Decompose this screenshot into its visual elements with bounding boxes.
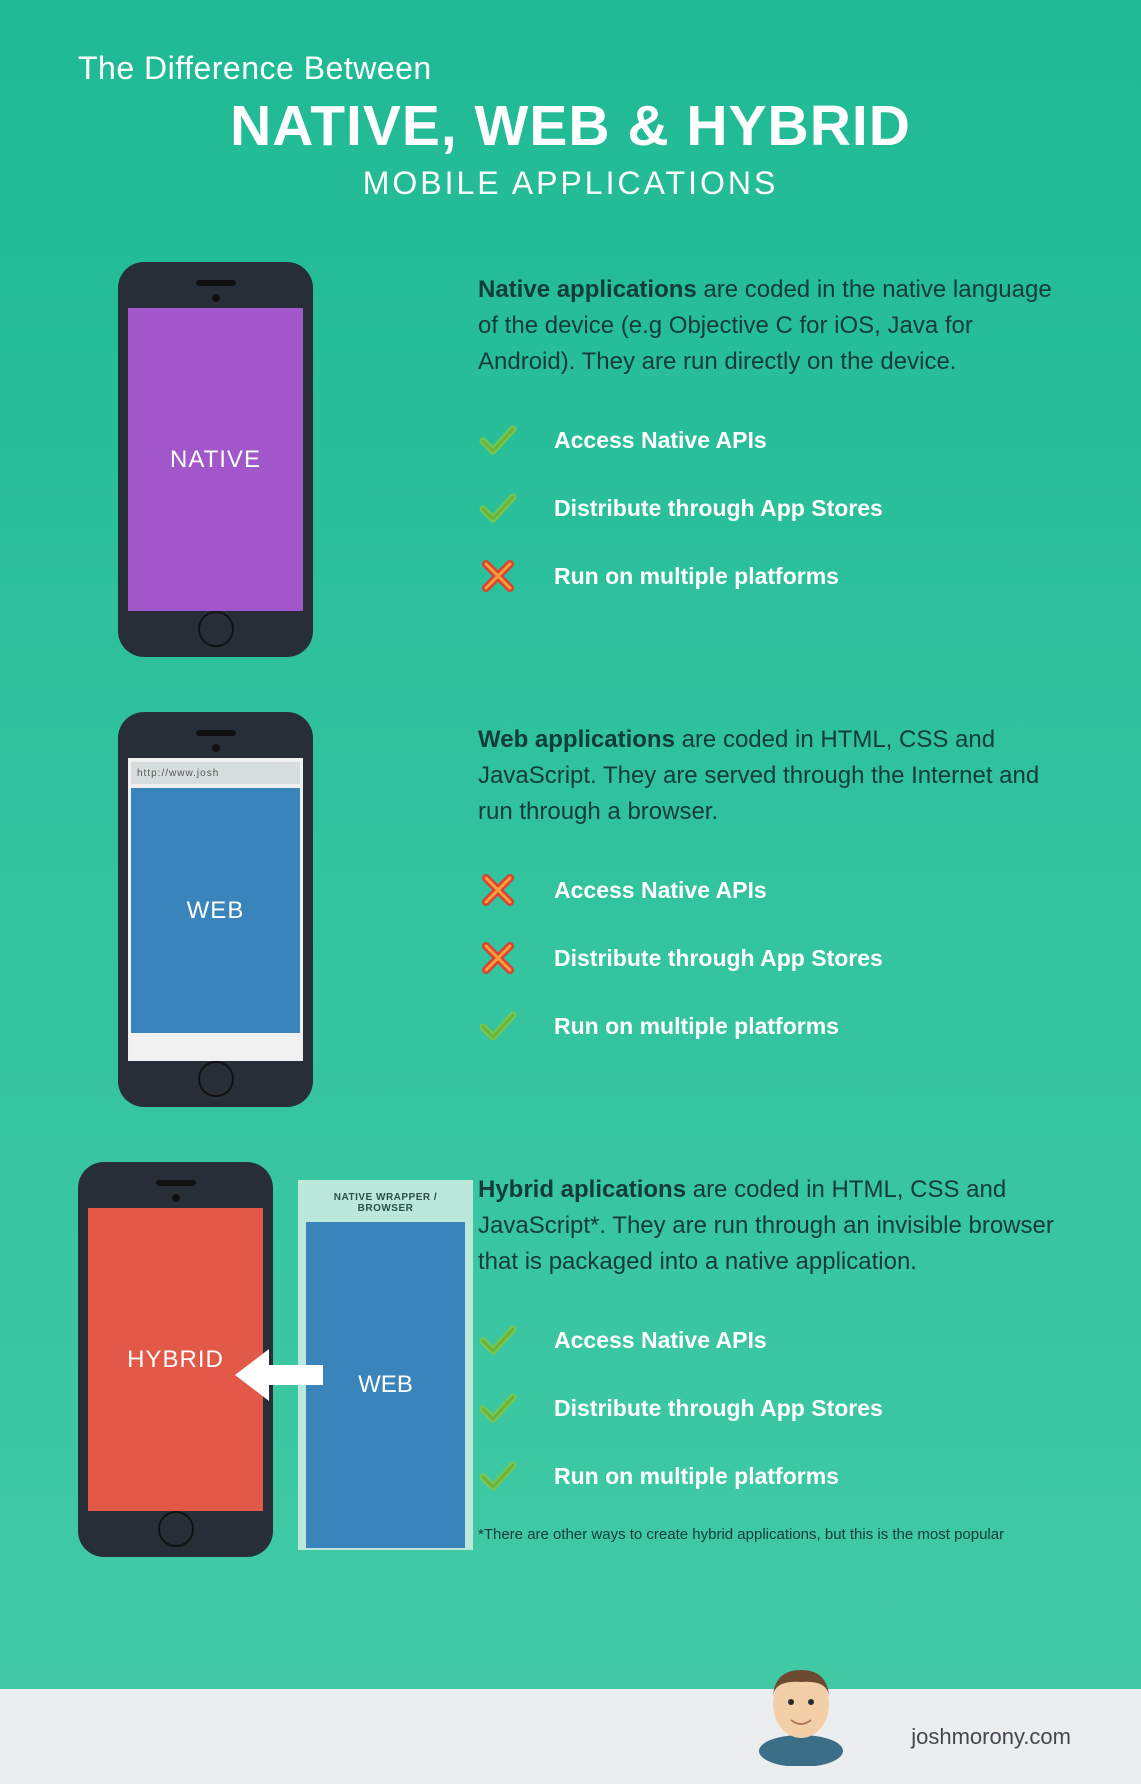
description-hybrid: Hybrid aplications are coded in HTML, CS… <box>478 1172 1063 1280</box>
feature-label: Access Native APIs <box>554 877 767 904</box>
description-native: Native applications are coded in the nat… <box>478 272 1063 380</box>
phone-screen-web: http://www.josh WEB <box>128 758 303 1061</box>
wrapper-inner: WEB <box>306 1222 465 1548</box>
arrow-left-icon <box>233 1347 323 1408</box>
subtitle: MOBILE APPLICATIONS <box>78 165 1063 202</box>
feature-row: Distribute through App Stores <box>478 488 1063 528</box>
feature-row: Run on multiple platforms <box>478 556 1063 596</box>
feature-row: Access Native APIs <box>478 870 1063 910</box>
wrapper-label: NATIVE WRAPPER / BROWSER <box>306 1188 465 1222</box>
feature-label: Run on multiple platforms <box>554 563 839 590</box>
feature-label: Run on multiple platforms <box>554 1463 839 1490</box>
feature-label: Access Native APIs <box>554 1327 767 1354</box>
phone-screen-native: NATIVE <box>128 308 303 611</box>
check-icon <box>478 1456 518 1496</box>
description-web: Web applications are coded in HTML, CSS … <box>478 722 1063 830</box>
feature-row: Access Native APIs <box>478 1320 1063 1360</box>
footer-site: joshmorony.com <box>911 1724 1071 1750</box>
section-native: NATIVE Native applications are coded in … <box>78 272 1063 652</box>
section-hybrid: HYBRID NATIVE WRAPPER / BROWSER WEB Hybr… <box>78 1172 1063 1552</box>
footnote: *There are other ways to create hybrid a… <box>478 1524 1063 1545</box>
feature-row: Run on multiple platforms <box>478 1006 1063 1046</box>
check-icon <box>478 488 518 528</box>
feature-row: Distribute through App Stores <box>478 938 1063 978</box>
desc-bold: Native applications <box>478 276 697 303</box>
feature-label: Distribute through App Stores <box>554 945 883 972</box>
feature-label: Run on multiple platforms <box>554 1013 839 1040</box>
check-icon <box>478 1388 518 1428</box>
cross-icon <box>478 938 518 978</box>
check-icon <box>478 1006 518 1046</box>
native-wrapper-box: NATIVE WRAPPER / BROWSER WEB <box>298 1180 473 1550</box>
feature-label: Access Native APIs <box>554 427 767 454</box>
feature-row: Run on multiple platforms <box>478 1456 1063 1496</box>
check-icon <box>478 420 518 460</box>
section-web: http://www.josh WEB Web applications are… <box>78 722 1063 1102</box>
desc-bold: Web applications <box>478 726 675 753</box>
phone-web: http://www.josh WEB <box>118 712 313 1107</box>
web-inner-label: WEB <box>131 788 300 1033</box>
feature-label: Distribute through App Stores <box>554 1395 883 1422</box>
title-block: The Difference Between NATIVE, WEB & HYB… <box>78 50 1063 202</box>
author-avatar-icon <box>751 1656 851 1766</box>
cross-icon <box>478 870 518 910</box>
footer: joshmorony.com <box>0 1689 1141 1784</box>
main-title: NATIVE, WEB & HYBRID <box>78 93 1063 159</box>
cross-icon <box>478 556 518 596</box>
feature-label: Distribute through App Stores <box>554 495 883 522</box>
pretitle: The Difference Between <box>78 50 1063 87</box>
phone-native: NATIVE <box>118 262 313 657</box>
feature-row: Distribute through App Stores <box>478 1388 1063 1428</box>
url-bar: http://www.josh <box>131 762 300 784</box>
desc-bold: Hybrid aplications <box>478 1176 686 1203</box>
feature-row: Access Native APIs <box>478 420 1063 460</box>
check-icon <box>478 1320 518 1360</box>
